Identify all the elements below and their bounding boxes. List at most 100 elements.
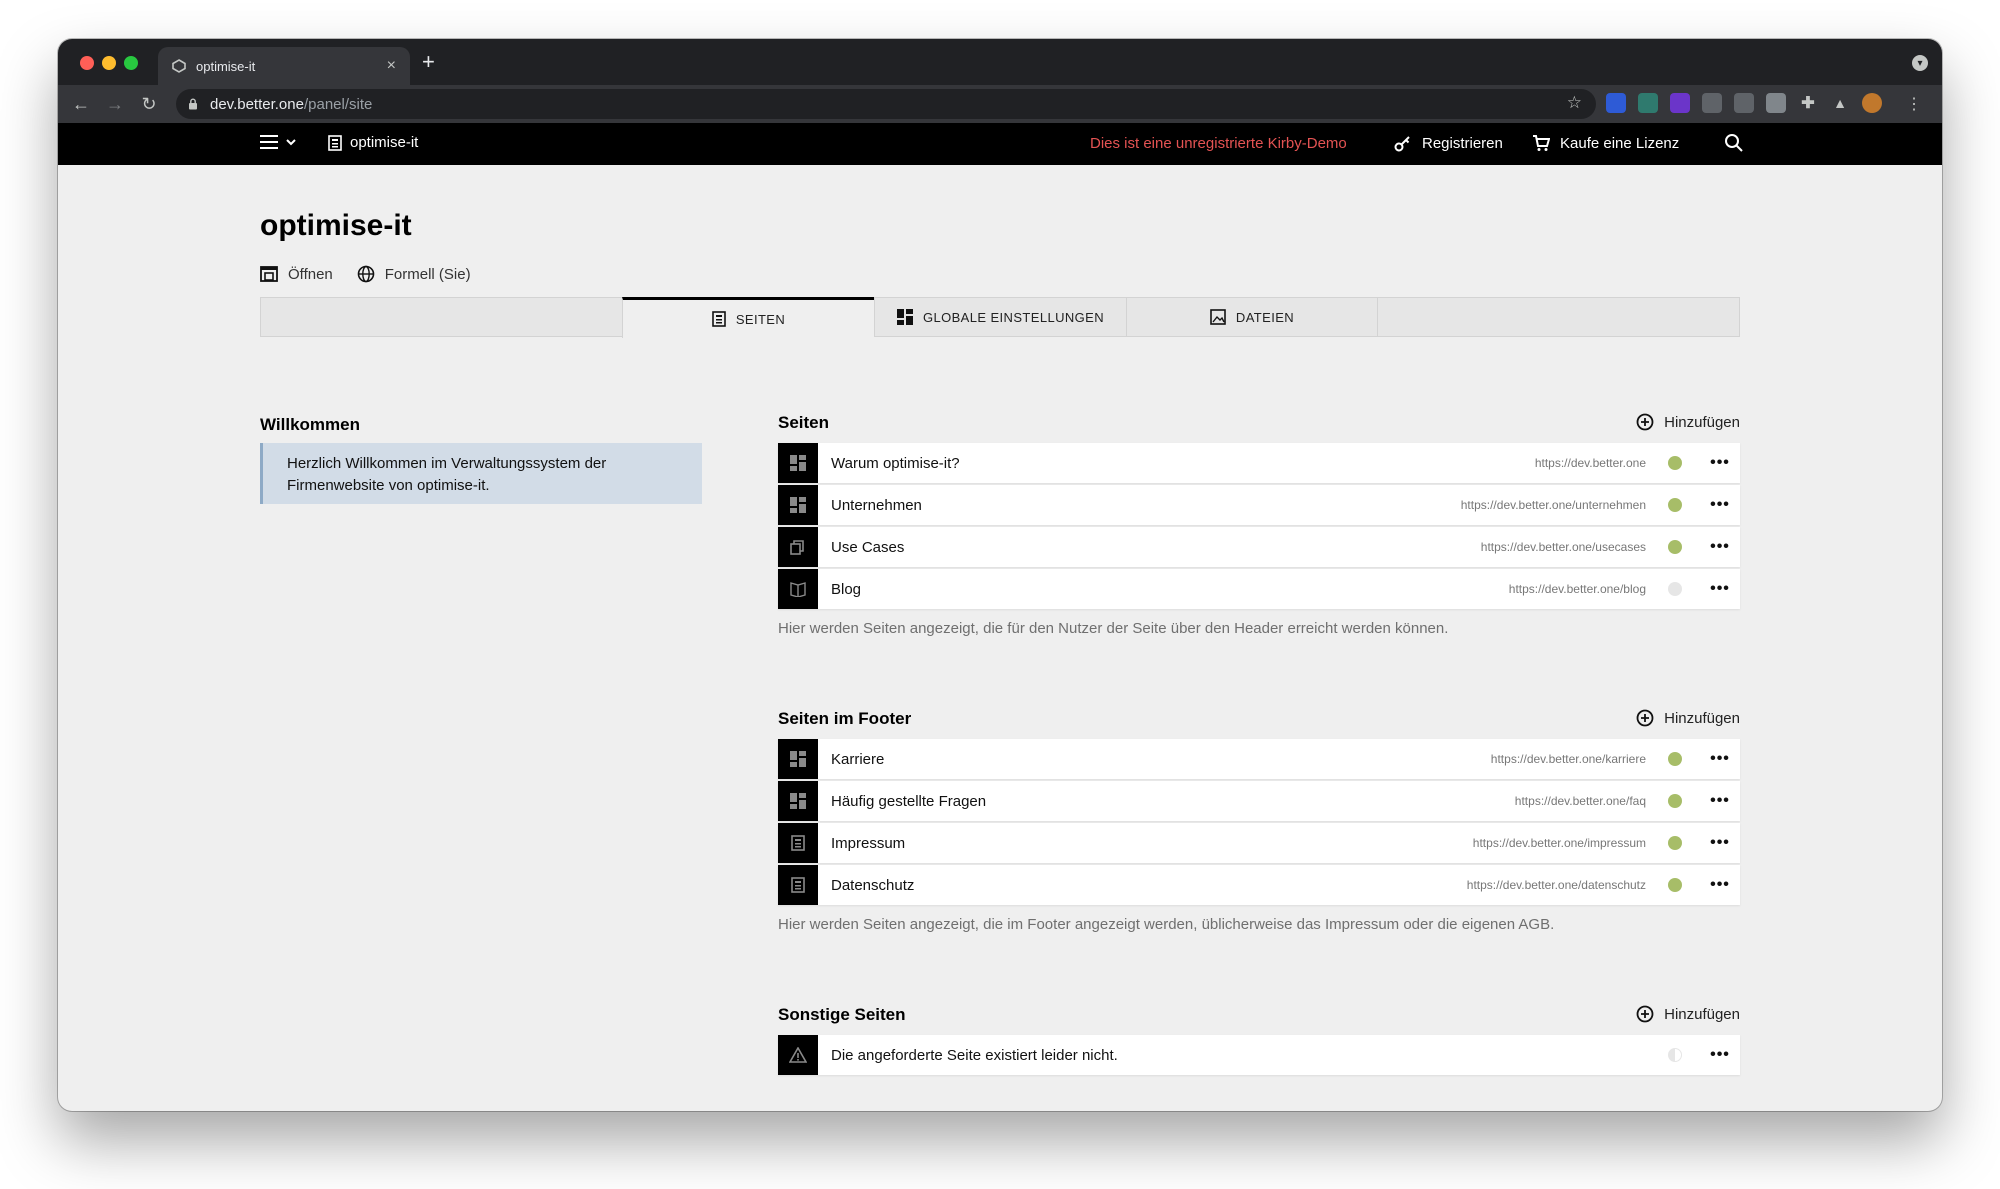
- options-icon[interactable]: •••: [1700, 750, 1740, 768]
- back-icon[interactable]: ←: [64, 94, 98, 115]
- forward-icon[interactable]: →: [98, 94, 132, 115]
- page-list-item[interactable]: Die angeforderte Seite existiert leider …: [778, 1035, 1740, 1075]
- extension-camera-icon[interactable]: [1734, 93, 1754, 113]
- footer-pages-list: Karriere https://dev.better.one/karriere…: [778, 739, 1740, 907]
- extension-s-icon[interactable]: [1638, 93, 1658, 113]
- page-icon: [712, 311, 726, 327]
- tab-dateien[interactable]: DATEIEN: [1126, 297, 1378, 337]
- dashboard-icon: [778, 443, 818, 483]
- page-icon: [778, 823, 818, 863]
- page-title-link[interactable]: Karriere: [818, 751, 1491, 768]
- extension-purple-icon[interactable]: [1670, 93, 1690, 113]
- browser-tab-title: optimise-it: [196, 58, 256, 74]
- maximize-window-button[interactable]: [124, 56, 138, 70]
- search-icon[interactable]: [1724, 133, 1744, 157]
- language-button[interactable]: Formell (Sie): [357, 265, 471, 283]
- page-list-item[interactable]: Häufig gestellte Fragen https://dev.bett…: [778, 781, 1740, 821]
- close-tab-icon[interactable]: ×: [387, 57, 396, 75]
- options-icon[interactable]: •••: [1700, 496, 1740, 514]
- open-site-button[interactable]: Öffnen: [260, 265, 333, 283]
- add-icon: [1636, 1005, 1654, 1023]
- profile-avatar[interactable]: [1862, 93, 1882, 113]
- welcome-heading: Willkommen: [260, 415, 360, 434]
- status-unlisted-icon[interactable]: [1668, 1048, 1682, 1062]
- browser-tab[interactable]: optimise-it ×: [158, 47, 410, 85]
- alert-icon: [778, 1035, 818, 1075]
- extensions-puzzle-icon[interactable]: ✚: [1798, 93, 1818, 113]
- pages-list: Warum optimise-it? https://dev.better.on…: [778, 443, 1740, 611]
- site-breadcrumb[interactable]: optimise-it: [328, 134, 418, 151]
- panel-menu-button[interactable]: [260, 134, 298, 150]
- minimize-window-button[interactable]: [102, 56, 116, 70]
- tab-seiten[interactable]: SEITEN: [622, 297, 874, 338]
- dashboard-icon: [778, 739, 818, 779]
- status-published-icon[interactable]: [1668, 878, 1682, 892]
- tab-seiten-label: SEITEN: [735, 311, 786, 327]
- page-title-link[interactable]: Datenschutz: [818, 877, 1467, 894]
- add-footer-page-button[interactable]: Hinzufügen: [1636, 709, 1740, 727]
- page-url: https://dev.better.one/faq: [1514, 794, 1646, 808]
- add-page-button[interactable]: Hinzufügen: [1636, 413, 1740, 431]
- options-icon[interactable]: •••: [1700, 876, 1740, 894]
- options-icon[interactable]: •••: [1700, 580, 1740, 598]
- extension-css-icon[interactable]: [1766, 93, 1786, 113]
- tab-globale-einstellungen[interactable]: GLOBALE EINSTELLUNGEN: [874, 297, 1126, 337]
- page-url: https://dev.better.one/datenschutz: [1466, 878, 1646, 892]
- page-list-item[interactable]: Karriere https://dev.better.one/karriere…: [778, 739, 1740, 779]
- status-published-icon[interactable]: [1668, 456, 1682, 470]
- flask-icon[interactable]: ▲: [1830, 93, 1850, 113]
- welcome-text-line: Firmenwebsite von optimise-it.: [287, 477, 490, 494]
- page-url: https://dev.better.one: [1534, 456, 1646, 470]
- add-other-page-button[interactable]: Hinzufügen: [1636, 1005, 1740, 1023]
- tab-search-icon[interactable]: ▾: [1912, 55, 1928, 71]
- status-draft-icon[interactable]: [1668, 582, 1682, 596]
- extension-glasses-icon[interactable]: [1702, 93, 1722, 113]
- page-list-item[interactable]: Blog https://dev.better.one/blog •••: [778, 569, 1740, 609]
- add-label: Hinzufügen: [1664, 709, 1740, 727]
- register-label: Registrieren: [1422, 134, 1503, 152]
- status-published-icon[interactable]: [1668, 752, 1682, 766]
- add-icon: [1636, 413, 1654, 431]
- lock-icon: [188, 98, 198, 110]
- demo-notice-link[interactable]: Dies ist eine unregistrierte Kirby-Demo: [1090, 135, 1347, 152]
- status-published-icon[interactable]: [1668, 498, 1682, 512]
- page-title-link[interactable]: Use Cases: [818, 539, 1481, 556]
- options-icon[interactable]: •••: [1700, 792, 1740, 810]
- options-icon[interactable]: •••: [1700, 538, 1740, 556]
- page-icon: [328, 134, 342, 151]
- page-title-link[interactable]: Warum optimise-it?: [818, 455, 1535, 472]
- page-url: https://dev.better.one/impressum: [1472, 836, 1646, 850]
- bookmark-star-icon[interactable]: ☆: [1567, 93, 1582, 113]
- status-published-icon[interactable]: [1668, 540, 1682, 554]
- browser-menu-icon[interactable]: ⋮: [1906, 94, 1922, 114]
- page-list-item[interactable]: Impressum https://dev.better.one/impress…: [778, 823, 1740, 863]
- status-published-icon[interactable]: [1668, 836, 1682, 850]
- page-list-item[interactable]: Use Cases https://dev.better.one/usecase…: [778, 527, 1740, 567]
- open-label: Öffnen: [288, 265, 333, 283]
- extension-shield-icon[interactable]: [1606, 93, 1626, 113]
- page-url: https://dev.better.one/unternehmen: [1460, 498, 1646, 512]
- close-window-button[interactable]: [80, 56, 94, 70]
- section-help-text: Hier werden Seiten angezeigt, die für de…: [778, 620, 1449, 637]
- options-icon[interactable]: •••: [1700, 1046, 1740, 1064]
- page-list-item[interactable]: Warum optimise-it? https://dev.better.on…: [778, 443, 1740, 483]
- image-icon: [1210, 309, 1226, 325]
- page-title-link[interactable]: Impressum: [818, 835, 1473, 852]
- page-list-item[interactable]: Unternehmen https://dev.better.one/unter…: [778, 485, 1740, 525]
- address-bar[interactable]: dev.better.one/panel/site ☆: [176, 89, 1596, 119]
- options-icon[interactable]: •••: [1700, 454, 1740, 472]
- register-button[interactable]: Registrieren: [1394, 134, 1503, 152]
- site-name: optimise-it: [350, 134, 419, 151]
- page-title-link[interactable]: Die angeforderte Seite existiert leider …: [818, 1047, 1646, 1064]
- reload-icon[interactable]: ↻: [132, 94, 166, 115]
- new-tab-button[interactable]: +: [422, 49, 435, 75]
- page-title-link[interactable]: Unternehmen: [818, 497, 1461, 514]
- page-title-link[interactable]: Blog: [818, 581, 1509, 598]
- globe-icon: [357, 265, 375, 283]
- page-title-link[interactable]: Häufig gestellte Fragen: [818, 793, 1515, 810]
- other-pages-list: Die angeforderte Seite existiert leider …: [778, 1035, 1740, 1077]
- status-published-icon[interactable]: [1668, 794, 1682, 808]
- options-icon[interactable]: •••: [1700, 834, 1740, 852]
- buy-license-button[interactable]: Kaufe eine Lizenz: [1532, 134, 1679, 152]
- page-list-item[interactable]: Datenschutz https://dev.better.one/daten…: [778, 865, 1740, 905]
